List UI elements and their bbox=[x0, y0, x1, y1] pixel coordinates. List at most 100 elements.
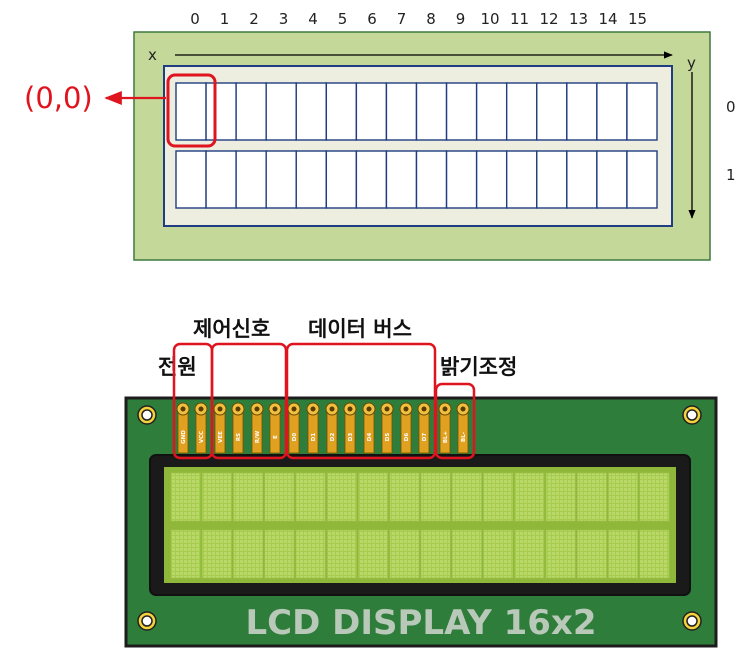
lcd-diagram: 0 1 2 3 4 5 6 7 8 9 10 11 12 13 14 15 x y 0 1 (0,0) 제어신… bbox=[24, 10, 736, 648]
pin-label: RS bbox=[236, 433, 242, 441]
pin-blminus: BL- bbox=[456, 402, 470, 454]
column-number-9: 9 bbox=[456, 10, 466, 28]
grid-cell bbox=[505, 150, 538, 209]
column-number-10: 10 bbox=[480, 10, 499, 28]
pin-label: BL+ bbox=[443, 430, 449, 443]
column-number-4: 4 bbox=[308, 10, 318, 28]
grid-cell bbox=[235, 82, 267, 141]
pin-label: GND bbox=[181, 430, 187, 444]
origin-label: (0,0) bbox=[24, 81, 93, 115]
lcd-cell bbox=[389, 472, 420, 522]
grid-cell bbox=[566, 150, 598, 209]
pin-d5: D5 bbox=[380, 402, 394, 454]
lcd-cell bbox=[326, 472, 357, 522]
grid-cell bbox=[415, 82, 448, 141]
mounting-hole-bottom-right bbox=[682, 611, 702, 631]
lcd-cell bbox=[576, 472, 607, 522]
lcd-cell bbox=[326, 529, 357, 579]
column-number-5: 5 bbox=[338, 10, 348, 28]
column-number-3: 3 bbox=[279, 10, 289, 28]
column-number-14: 14 bbox=[598, 10, 617, 28]
pin-e: E bbox=[268, 402, 282, 454]
x-axis-label: x bbox=[148, 46, 157, 64]
pin-vcc: VCC bbox=[194, 402, 208, 454]
column-number-8: 8 bbox=[426, 10, 436, 28]
pin-label: D1 bbox=[311, 433, 317, 442]
pin-label: VEE bbox=[218, 431, 224, 443]
column-number-15: 15 bbox=[628, 10, 647, 28]
column-number-13: 13 bbox=[569, 10, 588, 28]
grid-cell bbox=[475, 150, 508, 209]
lcd-module-diagram: 제어신호 데이터 버스 전원 밝기조정 GND VCC VEE RS R/W E D0 D1 D… bbox=[124, 317, 718, 648]
pin-label: VCC bbox=[199, 431, 205, 443]
grid-cell bbox=[175, 150, 207, 209]
row-number-1: 1 bbox=[726, 166, 736, 184]
pin-label: D5 bbox=[385, 433, 391, 442]
lcd-cell bbox=[514, 472, 545, 522]
mounting-hole-top-right bbox=[682, 405, 702, 425]
group-label-data-bus: 데이터 버스 bbox=[308, 317, 412, 341]
pin-vee: VEE bbox=[213, 402, 227, 454]
pin-r-w: R/W bbox=[250, 402, 264, 454]
lcd-cell bbox=[170, 529, 201, 579]
lcd-cell bbox=[639, 472, 670, 522]
y-axis-label: y bbox=[687, 54, 696, 72]
lcd-cell bbox=[451, 529, 482, 579]
grid-cell bbox=[385, 82, 418, 141]
grid-cell bbox=[265, 150, 297, 209]
lcd-cell bbox=[233, 472, 264, 522]
grid-cell bbox=[265, 82, 297, 141]
pin-d4: D4 bbox=[362, 402, 376, 454]
grid-cell bbox=[415, 150, 448, 209]
grid-cell bbox=[385, 150, 418, 209]
grid-cell bbox=[325, 150, 358, 209]
grid-cell bbox=[566, 82, 598, 141]
pin-label: D4 bbox=[367, 433, 373, 442]
lcd-cell bbox=[608, 529, 639, 579]
lcd-cell bbox=[358, 529, 389, 579]
grid-cell bbox=[325, 82, 358, 141]
column-number-12: 12 bbox=[539, 10, 558, 28]
mounting-hole-bottom-left bbox=[137, 611, 157, 631]
pin-d3: D3 bbox=[343, 402, 357, 454]
column-number-7: 7 bbox=[397, 10, 407, 28]
lcd-cell bbox=[483, 529, 514, 579]
column-number-1: 1 bbox=[220, 10, 230, 28]
lcd-cell bbox=[514, 529, 545, 579]
lcd-cell bbox=[451, 472, 482, 522]
grid-cell bbox=[355, 82, 388, 141]
lcd-cell bbox=[576, 529, 607, 579]
column-number-0: 0 bbox=[190, 10, 200, 28]
grid-cell bbox=[445, 150, 478, 209]
pin-d7: D7 bbox=[417, 402, 431, 454]
pin-d0: D0 bbox=[287, 402, 301, 454]
lcd-cell bbox=[420, 472, 451, 522]
pin-label: D0 bbox=[292, 433, 298, 442]
lcd-cell bbox=[233, 529, 264, 579]
lcd-cell bbox=[201, 472, 232, 522]
pin-label: D6 bbox=[404, 433, 410, 442]
lcd-cell bbox=[483, 472, 514, 522]
grid-cell bbox=[205, 150, 237, 209]
pin-label: R/W bbox=[255, 431, 261, 443]
column-number-11: 11 bbox=[510, 10, 529, 28]
grid-cell bbox=[175, 82, 207, 141]
column-number-6: 6 bbox=[367, 10, 377, 28]
pin-blplus: BL+ bbox=[438, 402, 452, 454]
lcd-cell bbox=[264, 529, 295, 579]
row-number-0: 0 bbox=[726, 98, 736, 116]
lcd-cell bbox=[170, 472, 201, 522]
grid-cell bbox=[536, 82, 568, 141]
module-label: LCD DISPLAY 16x2 bbox=[245, 603, 596, 643]
pin-label: BL- bbox=[461, 432, 467, 442]
lcd-cell bbox=[201, 529, 232, 579]
pin-label: D2 bbox=[330, 433, 336, 442]
pin-label: E bbox=[273, 435, 279, 439]
pin-d2: D2 bbox=[325, 402, 339, 454]
pin-label: D7 bbox=[422, 433, 428, 442]
column-number-2: 2 bbox=[249, 10, 259, 28]
mounting-hole-top-left bbox=[137, 405, 157, 425]
grid-cell bbox=[536, 150, 568, 209]
grid-cell bbox=[505, 82, 538, 141]
pin-rs: RS bbox=[231, 402, 245, 454]
